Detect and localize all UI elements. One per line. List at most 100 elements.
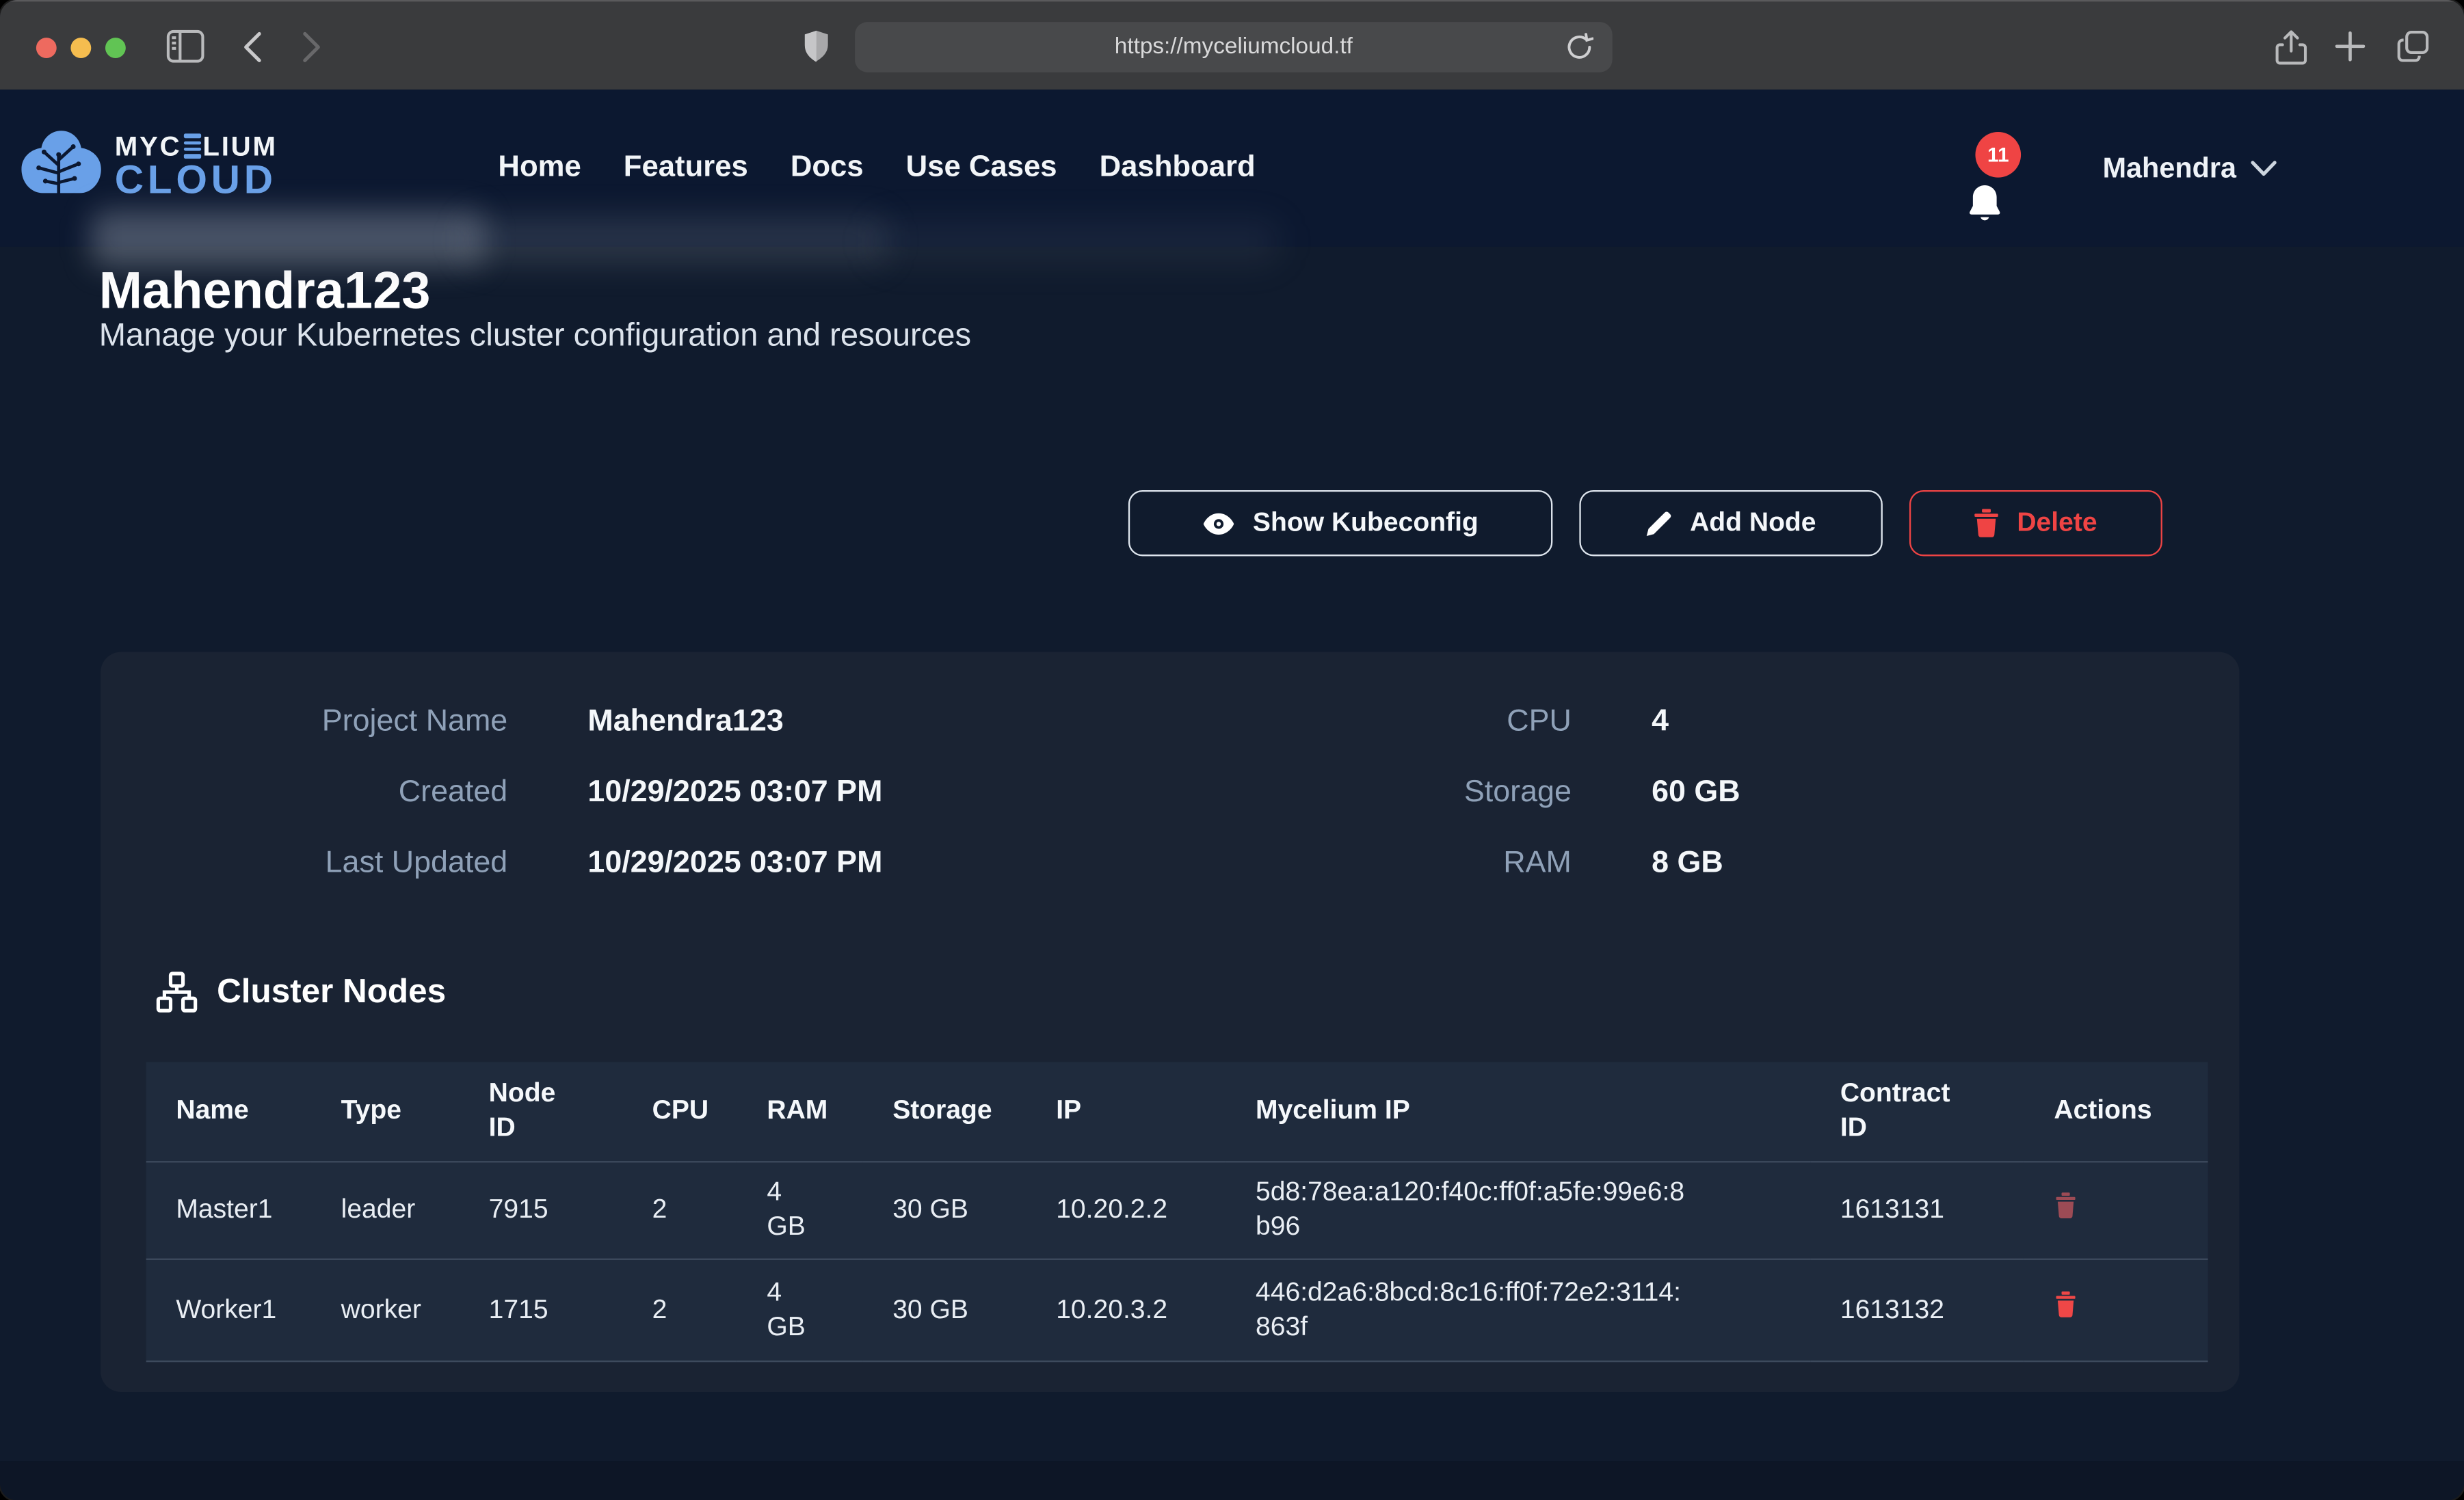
detail-row: Storage 60 GB [1201,758,1740,828]
col-name: Name [146,1062,311,1161]
notifications-button[interactable]: 11 [1958,152,2027,231]
user-menu[interactable]: Mahendra [2103,90,2277,247]
browser-window: https://myceliumcloud.tf [0,0,2464,1500]
col-storage: Storage [863,1062,1026,1161]
close-window-button[interactable] [36,37,57,57]
last-updated-value: 10/29/2025 03:07 PM [587,845,882,881]
tab-overview-icon[interactable] [2396,30,2429,63]
nav-item-features[interactable]: Features [624,151,748,186]
footer-band [0,1461,2464,1500]
zoom-window-button[interactable] [105,37,126,57]
nav-item-home[interactable]: Home [498,151,581,186]
minimize-window-button[interactable] [70,37,91,57]
page-body: Mahendra123 Manage your Kubernetes clust… [0,90,2464,1500]
node-contract-id: 1613132 [1810,1259,2024,1361]
table-row: Master1 leader 7915 2 4 GB 30 GB 10.20.2… [146,1161,2208,1258]
node-type: leader [311,1161,459,1258]
nav-item-docs[interactable]: Docs [791,151,864,186]
details-right-column: CPU 4 Storage 60 GB RAM 8 GB [1201,686,1740,898]
new-tab-icon[interactable] [2335,31,2366,62]
trash-icon [2054,1192,2077,1218]
detail-row: RAM 8 GB [1201,828,1740,898]
detail-row: Project Name Mahendra123 [101,686,882,757]
chevron-down-icon [2251,159,2277,176]
col-actions: Actions [2024,1062,2208,1161]
node-ram: 4 GB [737,1259,863,1361]
delete-cluster-button[interactable]: Delete [1909,490,2162,557]
address-bar[interactable]: https://myceliumcloud.tf [855,22,1613,72]
cloud-logo-icon [19,127,104,206]
node-name: Worker1 [146,1259,311,1361]
col-type: Type [311,1062,459,1161]
table-row: Worker1 worker 1715 2 4 GB 30 GB 10.20.3… [146,1259,2208,1361]
node-mycelium-ip: 5d8:78ea:a120:f40c:ff0f:a5fe:99e6:8b96 [1226,1161,1810,1258]
browser-toolbar: https://myceliumcloud.tf [0,0,2464,90]
cpu-value: 4 [1652,704,1669,740]
col-contract-id: Contract ID [1810,1062,2024,1161]
add-node-button[interactable]: Add Node [1579,490,1882,557]
storage-label: Storage [1201,775,1572,811]
brand-wordmark: MYC LIUM CLOUD [115,132,278,201]
user-name: Mahendra [2103,152,2236,185]
cluster-nodes-title: Cluster Nodes [217,972,446,1011]
delete-node-button[interactable] [2054,1291,2077,1323]
cluster-details-panel: Project Name Mahendra123 Created 10/29/2… [101,652,2239,1392]
trash-icon [1974,509,2000,537]
node-actions [2024,1259,2208,1361]
detail-row: Created 10/29/2025 03:07 PM [101,758,882,828]
trash-icon [2054,1291,2077,1318]
ram-value: 8 GB [1652,845,1723,881]
ram-label: RAM [1201,845,1572,881]
node-type: worker [311,1259,459,1361]
notification-count-badge: 11 [1975,132,2021,178]
created-value: 10/29/2025 03:07 PM [587,775,882,811]
forward-button[interactable] [302,31,322,63]
created-label: Created [101,775,507,811]
node-cpu: 2 [622,1161,737,1258]
show-kubeconfig-button[interactable]: Show Kubeconfig [1128,490,1552,557]
reload-icon[interactable] [1567,33,1593,69]
project-name-label: Project Name [101,704,507,740]
url-text: https://myceliumcloud.tf [1115,35,1353,60]
cluster-nodes-table: Name Type Node ID CPU RAM Storage IP Myc… [146,1062,2208,1361]
cluster-nodes-heading: Cluster Nodes [155,971,446,1013]
project-name-value: Mahendra123 [587,704,783,740]
privacy-shield-icon[interactable] [803,30,830,63]
cpu-label: CPU [1201,704,1572,740]
delete-node-button[interactable] [2054,1192,2077,1223]
node-actions [2024,1161,2208,1258]
node-ram: 4 GB [737,1161,863,1258]
col-ip: IP [1026,1062,1226,1161]
main-navigation: Home Features Docs Use Cases Dashboard [498,90,1255,247]
node-id: 7915 [459,1161,622,1258]
node-name: Master1 [146,1161,311,1258]
last-updated-label: Last Updated [101,845,507,881]
share-icon[interactable] [2275,30,2307,66]
page-title: Mahendra123 [99,259,431,322]
node-ip: 10.20.2.2 [1026,1161,1226,1258]
network-icon [155,971,198,1013]
node-mycelium-ip: 446:d2a6:8bcd:8c16:ff0f:72e2:3114:863f [1226,1259,1810,1361]
node-storage: 30 GB [863,1259,1026,1361]
col-cpu: CPU [622,1062,737,1161]
sidebar-toggle-icon[interactable] [167,30,204,63]
node-id: 1715 [459,1259,622,1361]
nav-item-use-cases[interactable]: Use Cases [906,151,1057,186]
back-button[interactable] [242,31,263,63]
page-subtitle: Manage your Kubernetes cluster configura… [99,317,971,355]
bell-icon [1964,183,2005,233]
node-ip: 10.20.3.2 [1026,1259,1226,1361]
detail-row: CPU 4 [1201,686,1740,757]
stylized-e-glyph [184,134,200,158]
screen: https://myceliumcloud.tf [0,0,2464,1500]
node-contract-id: 1613131 [1810,1161,2024,1258]
storage-value: 60 GB [1652,775,1740,811]
node-storage: 30 GB [863,1161,1026,1258]
table-header-row: Name Type Node ID CPU RAM Storage IP Myc… [146,1062,2208,1161]
brand-logo[interactable]: MYC LIUM CLOUD [19,127,278,206]
detail-row: Last Updated 10/29/2025 03:07 PM [101,828,882,898]
nav-item-dashboard[interactable]: Dashboard [1100,151,1256,186]
eye-icon [1202,511,1235,535]
col-mycelium-ip: Mycelium IP [1226,1062,1810,1161]
col-node-id: Node ID [459,1062,622,1161]
